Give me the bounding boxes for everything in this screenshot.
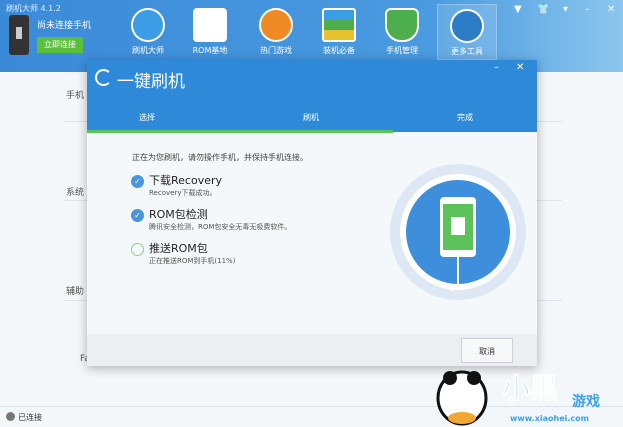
menu-icon[interactable]: ▾ <box>563 4 568 15</box>
nav-more-tools[interactable]: 更多工具 <box>437 4 497 60</box>
dialog-header: 一键刷机 – ✕ 选择 刷机 完成 <box>87 60 537 133</box>
dialog-close-icon[interactable]: ✕ <box>516 62 524 73</box>
feedback-icon[interactable]: ▼ <box>514 4 522 15</box>
phone-status: 尚未连接手机 <box>37 21 92 31</box>
connection-status: 已连接 <box>18 413 42 422</box>
nav-phone-manage[interactable]: 手机管理 <box>372 4 432 60</box>
step-title: 下载Recovery <box>149 174 223 187</box>
check-icon: ✓ <box>131 209 144 222</box>
step-subtitle: Recovery下载成功。 <box>149 189 217 197</box>
connect-button[interactable]: 立即连接 <box>37 37 83 53</box>
gamepad-icon <box>259 8 293 42</box>
section-label: 系统 <box>66 188 85 198</box>
step-progress-bar <box>87 130 393 133</box>
svg-text:www.xiaohei.com: www.xiaohei.com <box>510 414 589 423</box>
refresh-icon <box>95 69 112 86</box>
skin-icon[interactable]: 👕 <box>537 4 549 15</box>
section-label: 辅助 <box>66 287 85 297</box>
tab-done: 完成 <box>457 113 473 122</box>
nav-label: 热门游戏 <box>260 46 292 55</box>
nav-rom-base[interactable]: ROM基地 <box>180 4 240 60</box>
app-title: 刷机大师 4.1.2 <box>6 4 61 13</box>
shield-phone-icon <box>385 8 419 42</box>
tab-flash: 刷机 <box>303 113 319 122</box>
nav-label: 装机必备 <box>323 46 355 55</box>
intro-text: 正在为您刷机，请勿操作手机，并保持手机连接。 <box>132 153 308 162</box>
phone-transfer-illustration <box>390 164 526 300</box>
check-icon: ✓ <box>131 175 144 188</box>
phone-icon <box>9 15 29 55</box>
nav-label: ROM基地 <box>192 46 228 55</box>
flash-dialog: 一键刷机 – ✕ 选择 刷机 完成 正在为您刷机，请勿操作手机，并保持手机连接。… <box>87 60 537 366</box>
loading-spinner-icon <box>131 243 144 256</box>
minimize-icon[interactable]: – <box>585 4 590 15</box>
tab-select: 选择 <box>139 113 155 122</box>
dialog-minimize-icon[interactable]: – <box>494 62 499 73</box>
cloud-icon <box>131 8 165 42</box>
watermark-logo: 小黑 游戏 www.xiaohei.com <box>436 370 600 426</box>
svg-text:游戏: 游戏 <box>572 393 600 410</box>
dialog-title: 一键刷机 <box>117 72 185 92</box>
nav-label: 更多工具 <box>451 47 483 56</box>
step-title: ROM包检测 <box>149 208 208 221</box>
nav-hot-games[interactable]: 热门游戏 <box>246 4 306 60</box>
step-title: 推送ROM包 <box>149 242 208 255</box>
svg-text:小黑: 小黑 <box>502 372 558 405</box>
nav-essentials[interactable]: 装机必备 <box>309 4 369 60</box>
step-subtitle: 正在推送ROM到手机(11%) <box>149 257 236 265</box>
stack-icon <box>322 8 356 42</box>
nav-label: 刷机大师 <box>132 46 164 55</box>
step-subtitle: 腾讯安全检测，ROM包安全无毒无吸费软件。 <box>149 223 292 231</box>
nav-flash-master[interactable]: 刷机大师 <box>118 4 178 60</box>
close-icon[interactable]: ✕ <box>607 4 615 15</box>
nav-label: 手机管理 <box>386 46 418 55</box>
shopping-bag-icon <box>193 8 227 42</box>
section-label: 手机 <box>66 91 85 101</box>
wrench-gear-icon <box>450 9 484 43</box>
connection-icon <box>6 412 15 421</box>
